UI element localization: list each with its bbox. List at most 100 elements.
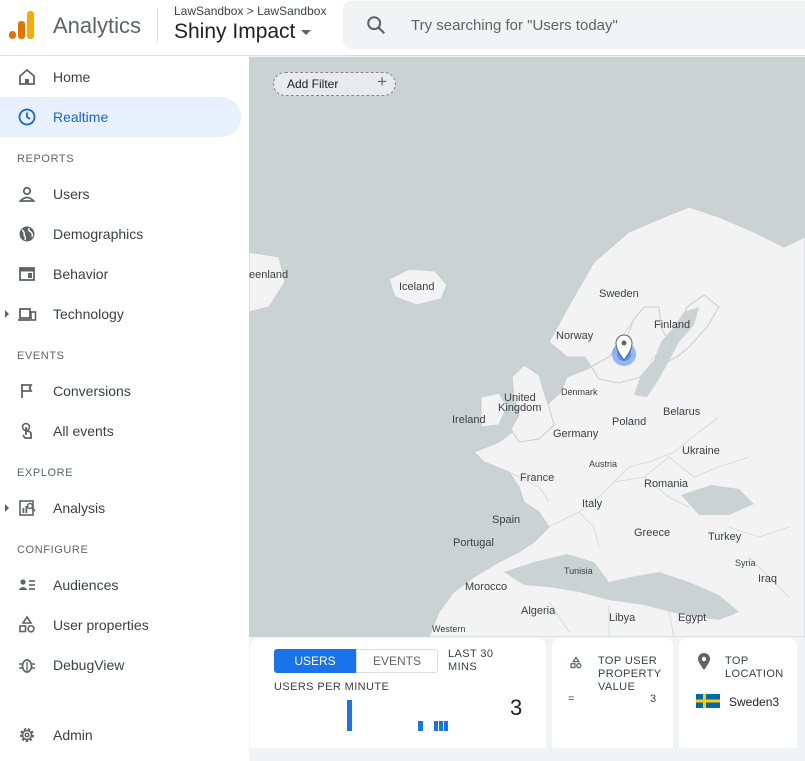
nav-admin[interactable]: Admin: [0, 715, 241, 755]
nav-analysis[interactable]: Analysis: [0, 488, 241, 528]
app-name: Analytics: [53, 13, 142, 38]
map-label-france: France: [520, 472, 555, 484]
nav-users[interactable]: Users: [0, 174, 241, 214]
map-label-spain: Spain: [492, 514, 521, 526]
globe-icon: [19, 226, 35, 242]
nav-debugview-label: DebugView: [53, 657, 125, 673]
flag-icon: [21, 384, 33, 398]
shapes-icon: [570, 656, 582, 669]
map-label-algeria: Algeria: [521, 605, 556, 617]
map-label-portugal: Portugal: [453, 537, 494, 549]
top-location-line-2: LOCATION: [725, 668, 784, 680]
map-label-kingdom: Kingdom: [498, 402, 542, 414]
expand-arrow-icon[interactable]: [5, 310, 9, 318]
map-label-austria: Austria: [589, 459, 618, 469]
nav-user-properties-label: User properties: [53, 617, 149, 633]
map-label-ukraine: Ukraine: [682, 445, 720, 457]
bug-icon: [19, 659, 35, 673]
map-label-western: Western: [432, 624, 466, 634]
users-count: 3: [510, 695, 523, 720]
map-label-iceland: Iceland: [399, 281, 435, 293]
map-label-belarus: Belarus: [663, 406, 701, 418]
top-property-value: 3: [650, 693, 657, 705]
analytics-logo-icon[interactable]: [8, 9, 36, 41]
map-label-denmark: Denmark: [561, 387, 598, 397]
section-configure: CONFIGURE: [17, 544, 89, 556]
home-icon: [19, 68, 35, 85]
clock-icon: [18, 108, 36, 126]
nav-admin-label: Admin: [53, 727, 93, 743]
top-property-line-2: PROPERTY: [598, 668, 662, 680]
map-label-finland: Finland: [654, 319, 691, 331]
minute-bar: [433, 721, 439, 731]
nav-conversions[interactable]: Conversions: [0, 371, 241, 411]
plus-icon: +: [377, 72, 387, 91]
nav-home[interactable]: Home: [0, 57, 241, 97]
minute-bar: [418, 721, 423, 731]
top-app-bar: Analytics LawSandbox > LawSandbox Shiny …: [0, 0, 805, 56]
nav-behavior[interactable]: Behavior: [0, 254, 241, 294]
person-icon: [18, 186, 36, 202]
map-label-egypt: Egypt: [678, 612, 707, 624]
nav-technology[interactable]: Technology: [0, 294, 241, 334]
greenland-shape: [249, 251, 286, 313]
add-filter-button[interactable]: Add Filter +: [273, 72, 396, 96]
map-label-greece: Greece: [634, 527, 671, 539]
search-bar[interactable]: Try searching for "Users today": [343, 1, 805, 49]
left-nav: Home Realtime REPORTS Users Demographics…: [0, 56, 249, 761]
property-selector[interactable]: Shiny Impact: [174, 20, 312, 44]
nav-demographics-label: Demographics: [53, 226, 144, 242]
section-explore: EXPLORE: [17, 467, 74, 479]
property-name: Shiny Impact: [174, 20, 296, 43]
chevron-down-icon: [301, 29, 312, 35]
map-label-libya: Libya: [609, 612, 636, 624]
realtime-map[interactable]: Add Filter + eenland Iceland Sweden Norw…: [249, 57, 805, 637]
add-filter-label: Add Filter: [287, 77, 339, 91]
top-property-line-1: TOP USER: [598, 655, 658, 667]
sweden-flag-icon: [696, 694, 720, 708]
nav-user-properties[interactable]: User properties: [0, 605, 241, 645]
minute-bar: [347, 700, 352, 731]
section-events: EVENTS: [17, 350, 65, 362]
tab-users[interactable]: USERS: [274, 649, 356, 673]
range-line-2: MINS: [448, 661, 478, 673]
nav-all-events-label: All events: [53, 423, 114, 439]
nav-conversions-label: Conversions: [53, 383, 131, 399]
map-pin-dot: [621, 340, 627, 346]
touch-icon: [21, 422, 32, 439]
map-label-poland: Poland: [612, 416, 647, 428]
top-location-value: 3: [772, 695, 780, 709]
nav-debugview[interactable]: DebugView: [0, 645, 241, 685]
top-location-line-1: TOP: [725, 655, 749, 667]
gear-icon: [20, 728, 34, 742]
map-label-romania: Romania: [644, 478, 689, 490]
nav-realtime[interactable]: Realtime: [0, 97, 241, 137]
map-label-germany: Germany: [553, 428, 599, 440]
nav-home-label: Home: [53, 69, 91, 85]
nav-behavior-label: Behavior: [53, 266, 109, 282]
top-user-property-card: TOP USER PROPERTY VALUE = 3: [552, 638, 673, 748]
nav-all-events[interactable]: All events: [0, 411, 241, 451]
top-location-name: Sweden: [729, 695, 773, 709]
map-label-ireland: Ireland: [452, 414, 486, 426]
section-reports: REPORTS: [17, 153, 75, 165]
header-divider: [157, 8, 158, 42]
users-card: USERS EVENTS LAST 30 MINS USERS PER MINU…: [250, 638, 546, 748]
expand-arrow-icon[interactable]: [5, 504, 9, 512]
minute-bar: [438, 721, 444, 731]
top-property-key: =: [568, 693, 575, 705]
map-label-iraq: Iraq: [758, 573, 777, 585]
window-icon: [19, 267, 35, 281]
nav-audiences[interactable]: Audiences: [0, 565, 241, 605]
tab-events[interactable]: EVENTS: [356, 649, 438, 673]
analysis-icon: [19, 500, 36, 516]
search-icon: [367, 16, 386, 35]
map-label-greenland: eenland: [249, 269, 289, 281]
map-land-shapes: [249, 206, 805, 637]
nav-demographics[interactable]: Demographics: [0, 214, 241, 254]
search-input[interactable]: Try searching for "Users today": [411, 17, 618, 34]
location-pin-icon: [698, 653, 710, 670]
account-breadcrumb[interactable]: LawSandbox > LawSandbox: [174, 4, 326, 18]
map-label-sweden: Sweden: [599, 288, 639, 300]
nav-analysis-label: Analysis: [53, 500, 106, 516]
